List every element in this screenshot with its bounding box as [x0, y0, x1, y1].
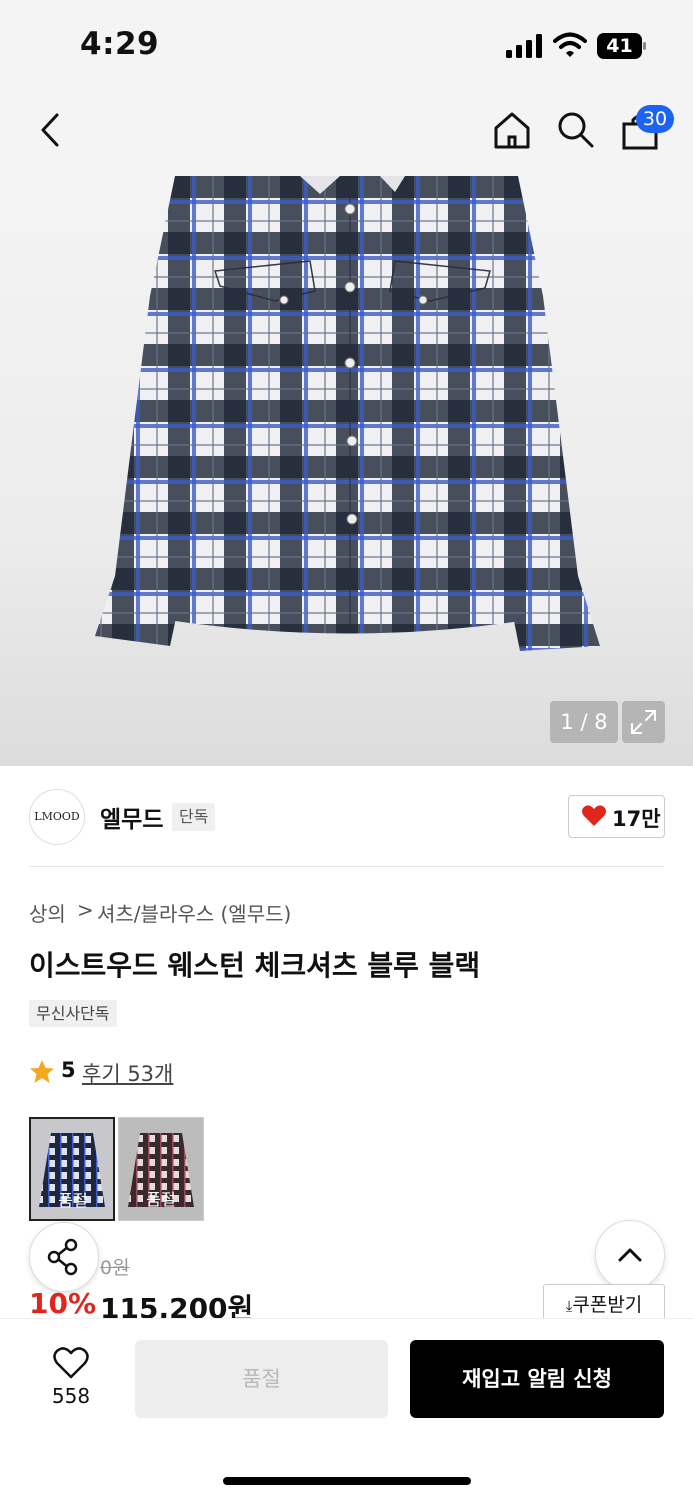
breadcrumb-separator: >	[77, 898, 94, 922]
expand-button[interactable]	[622, 701, 665, 743]
soldout-button: 품절	[135, 1340, 388, 1418]
share-icon	[47, 1238, 78, 1276]
brand-exclusive-tag: 단독	[172, 803, 216, 831]
discount-rate: 10%	[29, 1287, 97, 1320]
brand-like-count: 17만	[612, 807, 661, 831]
expand-icon	[631, 710, 656, 734]
back-arrow-icon[interactable]	[36, 112, 64, 148]
divider	[29, 866, 664, 867]
color-option-red-black[interactable]: 품절	[118, 1117, 204, 1221]
home-indicator	[223, 1477, 471, 1485]
product-title: 이스트우드 웨스턴 체크셔츠 블루 블랙	[29, 949, 481, 982]
brand-name[interactable]: 엘무드	[100, 800, 163, 834]
soldout-label: 품절	[58, 1191, 88, 1210]
breadcrumb-category[interactable]: 상의	[29, 898, 66, 927]
rating-value: 5	[61, 1058, 76, 1082]
review-link[interactable]: 후기 53개	[82, 1058, 173, 1088]
star-icon	[30, 1060, 54, 1083]
heart-outline-icon[interactable]	[52, 1346, 90, 1380]
cart-count-badge: 30	[636, 105, 674, 133]
shirt-image	[95, 176, 600, 651]
image-counter: 1 / 8	[550, 701, 618, 743]
wifi-icon	[553, 32, 587, 57]
exclusive-tag: 무신사단독	[29, 1000, 117, 1027]
product-image[interactable]	[0, 176, 693, 766]
original-price: 0원	[100, 1257, 130, 1279]
battery-level: 41	[606, 35, 633, 57]
brand-logo[interactable]: LMOOD	[29, 789, 85, 845]
restock-alert-button[interactable]: 재입고 알림 신청	[410, 1340, 664, 1418]
scroll-top-button[interactable]	[595, 1220, 665, 1290]
signal-icon	[506, 34, 542, 58]
share-button[interactable]	[29, 1222, 99, 1292]
search-icon[interactable]	[556, 110, 596, 150]
coupon-label: 쿠폰받기	[572, 1294, 643, 1316]
heart-filled-icon	[582, 805, 606, 826]
chevron-up-icon	[618, 1248, 642, 1262]
home-icon[interactable]	[492, 110, 532, 150]
soldout-label: 품절	[146, 1190, 176, 1209]
status-time: 4:29	[80, 26, 160, 62]
battery-icon: 41	[597, 33, 646, 59]
wishlist-count: 558	[51, 1384, 91, 1408]
color-option-blue-black[interactable]: 품절	[29, 1117, 115, 1221]
breadcrumb-subcategory[interactable]: 셔츠/블라우스 (엘무드)	[97, 898, 291, 927]
